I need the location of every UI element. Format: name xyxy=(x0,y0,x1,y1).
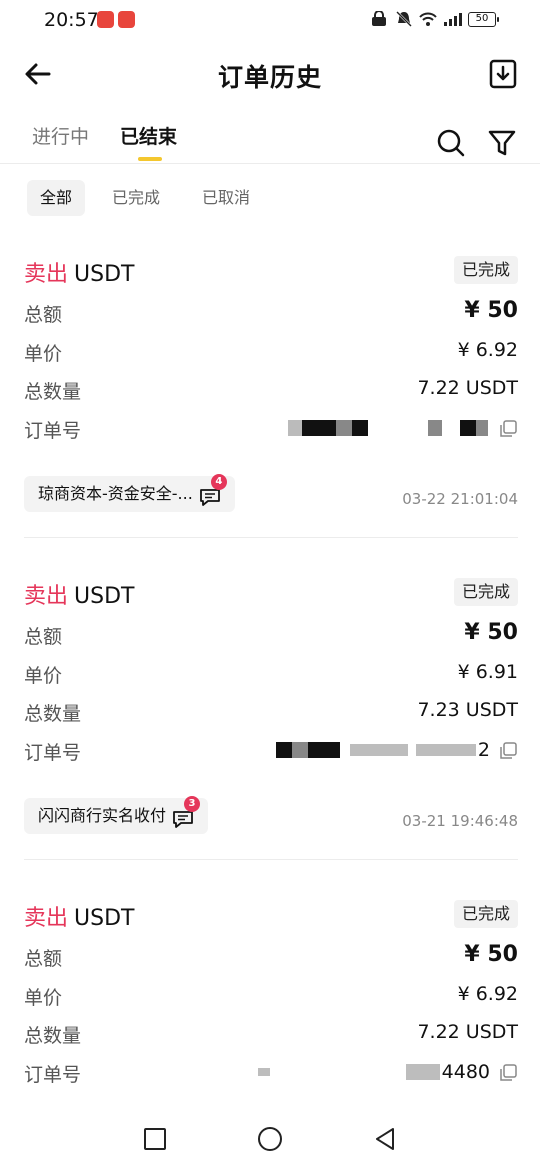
order-side: 卖出 xyxy=(24,262,69,287)
order-number-label: 订单号 xyxy=(24,741,82,764)
copy-icon[interactable] xyxy=(498,1063,518,1083)
merchant-name: 闪闪商行实名收付 xyxy=(38,806,167,825)
order-timestamp: 03-21 19:46:48 xyxy=(402,812,518,830)
order-side: 卖出 xyxy=(24,584,69,609)
copy-icon[interactable] xyxy=(498,419,518,439)
order-side: 卖出 xyxy=(24,906,69,931)
order-total-row: 总额 ¥ 50 xyxy=(24,618,518,657)
filter-chip-cancelled[interactable]: 已取消 xyxy=(189,180,263,216)
total-value: ¥ 50 xyxy=(464,942,518,967)
tab-ended[interactable]: 已结束 xyxy=(120,122,177,149)
system-nav-bar xyxy=(0,1112,540,1170)
status-bar: 20:57 50 xyxy=(0,0,540,40)
filter-icon[interactable] xyxy=(487,128,517,158)
order-asset: USDT xyxy=(74,906,135,931)
price-value: ¥ 6.91 xyxy=(457,660,518,683)
price-label: 单价 xyxy=(24,664,63,687)
order-number-label: 订单号 xyxy=(24,419,82,442)
total-value: ¥ 50 xyxy=(464,620,518,645)
status-badge: 已完成 xyxy=(453,578,518,606)
app-notification-icon xyxy=(97,11,114,28)
order-quantity-row: 总数量 7.23 USDT xyxy=(24,695,518,734)
order-number-row: 订单号 4480 xyxy=(24,1056,518,1095)
order-card[interactable]: 卖出 USDT 已完成 总额 ¥ 50 单价 ¥ 6.92 总数量 7.22 US… xyxy=(24,900,518,1094)
order-price-row: 单价 ¥ 6.91 xyxy=(24,657,518,696)
battery-icon: 50 xyxy=(468,11,499,27)
order-asset: USDT xyxy=(74,584,135,609)
order-header: 卖出 USDT 已完成 xyxy=(24,578,518,618)
mute-bell-icon xyxy=(396,11,412,27)
price-label: 单价 xyxy=(24,342,63,365)
back-nav-icon[interactable] xyxy=(372,1126,398,1152)
order-tabs: 进行中 已结束 xyxy=(0,106,540,164)
order-number-row: 订单号 2 xyxy=(24,734,518,773)
status-time: 20:57 xyxy=(44,9,99,31)
order-card[interactable]: 卖出 USDT 已完成 总额 ¥ 50 单价 ¥ 6.92 总数量 7.22 US… xyxy=(24,256,518,512)
tab-in-progress[interactable]: 进行中 xyxy=(32,122,89,149)
order-total-row: 总额 ¥ 50 xyxy=(24,296,518,335)
status-badge: 已完成 xyxy=(453,256,518,284)
order-number-redacted: 4480 xyxy=(257,1060,490,1084)
order-total-row: 总额 ¥ 50 xyxy=(24,940,518,979)
merchant-name: 琼商资本-资金安全-... xyxy=(38,484,193,503)
quantity-label: 总数量 xyxy=(24,381,82,404)
total-label: 总额 xyxy=(24,948,63,970)
divider xyxy=(24,537,518,538)
filter-chip-completed[interactable]: 已完成 xyxy=(99,180,173,216)
order-quantity-row: 总数量 7.22 USDT xyxy=(24,373,518,412)
price-value: ¥ 6.92 xyxy=(457,982,518,1005)
divider xyxy=(24,859,518,860)
total-label: 总额 xyxy=(24,304,63,326)
merchant-chat-button[interactable]: 琼商资本-资金安全-... 4 xyxy=(24,474,235,512)
vpn-key-icon xyxy=(372,11,386,26)
quantity-value: 7.23 USDT xyxy=(417,699,518,722)
chat-icon: 4 xyxy=(199,474,227,506)
order-number-row: 订单号 xyxy=(24,412,518,451)
recent-apps-icon[interactable] xyxy=(142,1126,168,1152)
unread-badge: 3 xyxy=(184,796,201,812)
home-icon[interactable] xyxy=(257,1126,283,1152)
order-price-row: 单价 ¥ 6.92 xyxy=(24,335,518,374)
quantity-label: 总数量 xyxy=(24,703,82,726)
app-header: 订单历史 xyxy=(0,44,540,106)
order-number-label: 订单号 xyxy=(24,1063,82,1086)
filter-chip-all[interactable]: 全部 xyxy=(27,180,86,216)
order-header: 卖出 USDT 已完成 xyxy=(24,900,518,940)
signal-icon xyxy=(444,13,462,26)
wifi-icon xyxy=(419,12,437,26)
price-value: ¥ 6.92 xyxy=(457,338,518,361)
order-quantity-row: 总数量 7.22 USDT xyxy=(24,1017,518,1056)
chat-icon: 3 xyxy=(172,796,201,828)
app-notification-icon xyxy=(118,11,135,28)
order-card[interactable]: 卖出 USDT 已完成 总额 ¥ 50 单价 ¥ 6.91 总数量 7.23 US… xyxy=(24,578,518,834)
search-icon[interactable] xyxy=(436,128,466,158)
order-number-redacted xyxy=(288,416,490,440)
status-badge: 已完成 xyxy=(453,900,518,928)
quantity-value: 7.22 USDT xyxy=(417,1021,518,1044)
copy-icon[interactable] xyxy=(498,741,518,761)
total-value: ¥ 50 xyxy=(464,298,518,323)
status-icons: 50 xyxy=(370,10,499,28)
total-label: 总额 xyxy=(24,626,63,648)
order-timestamp: 03-22 21:01:04 xyxy=(402,490,518,508)
order-number-redacted: 2 xyxy=(275,738,490,762)
order-asset: USDT xyxy=(74,262,135,287)
download-icon[interactable] xyxy=(488,58,518,90)
quantity-label: 总数量 xyxy=(24,1025,82,1048)
order-price-row: 单价 ¥ 6.92 xyxy=(24,979,518,1018)
merchant-chat-button[interactable]: 闪闪商行实名收付 3 xyxy=(24,796,209,834)
unread-badge: 4 xyxy=(210,474,227,490)
price-label: 单价 xyxy=(24,986,63,1009)
quantity-value: 7.22 USDT xyxy=(417,377,518,400)
page-title: 订单历史 xyxy=(217,63,322,92)
order-header: 卖出 USDT 已完成 xyxy=(24,256,518,296)
active-tab-indicator xyxy=(138,157,162,161)
